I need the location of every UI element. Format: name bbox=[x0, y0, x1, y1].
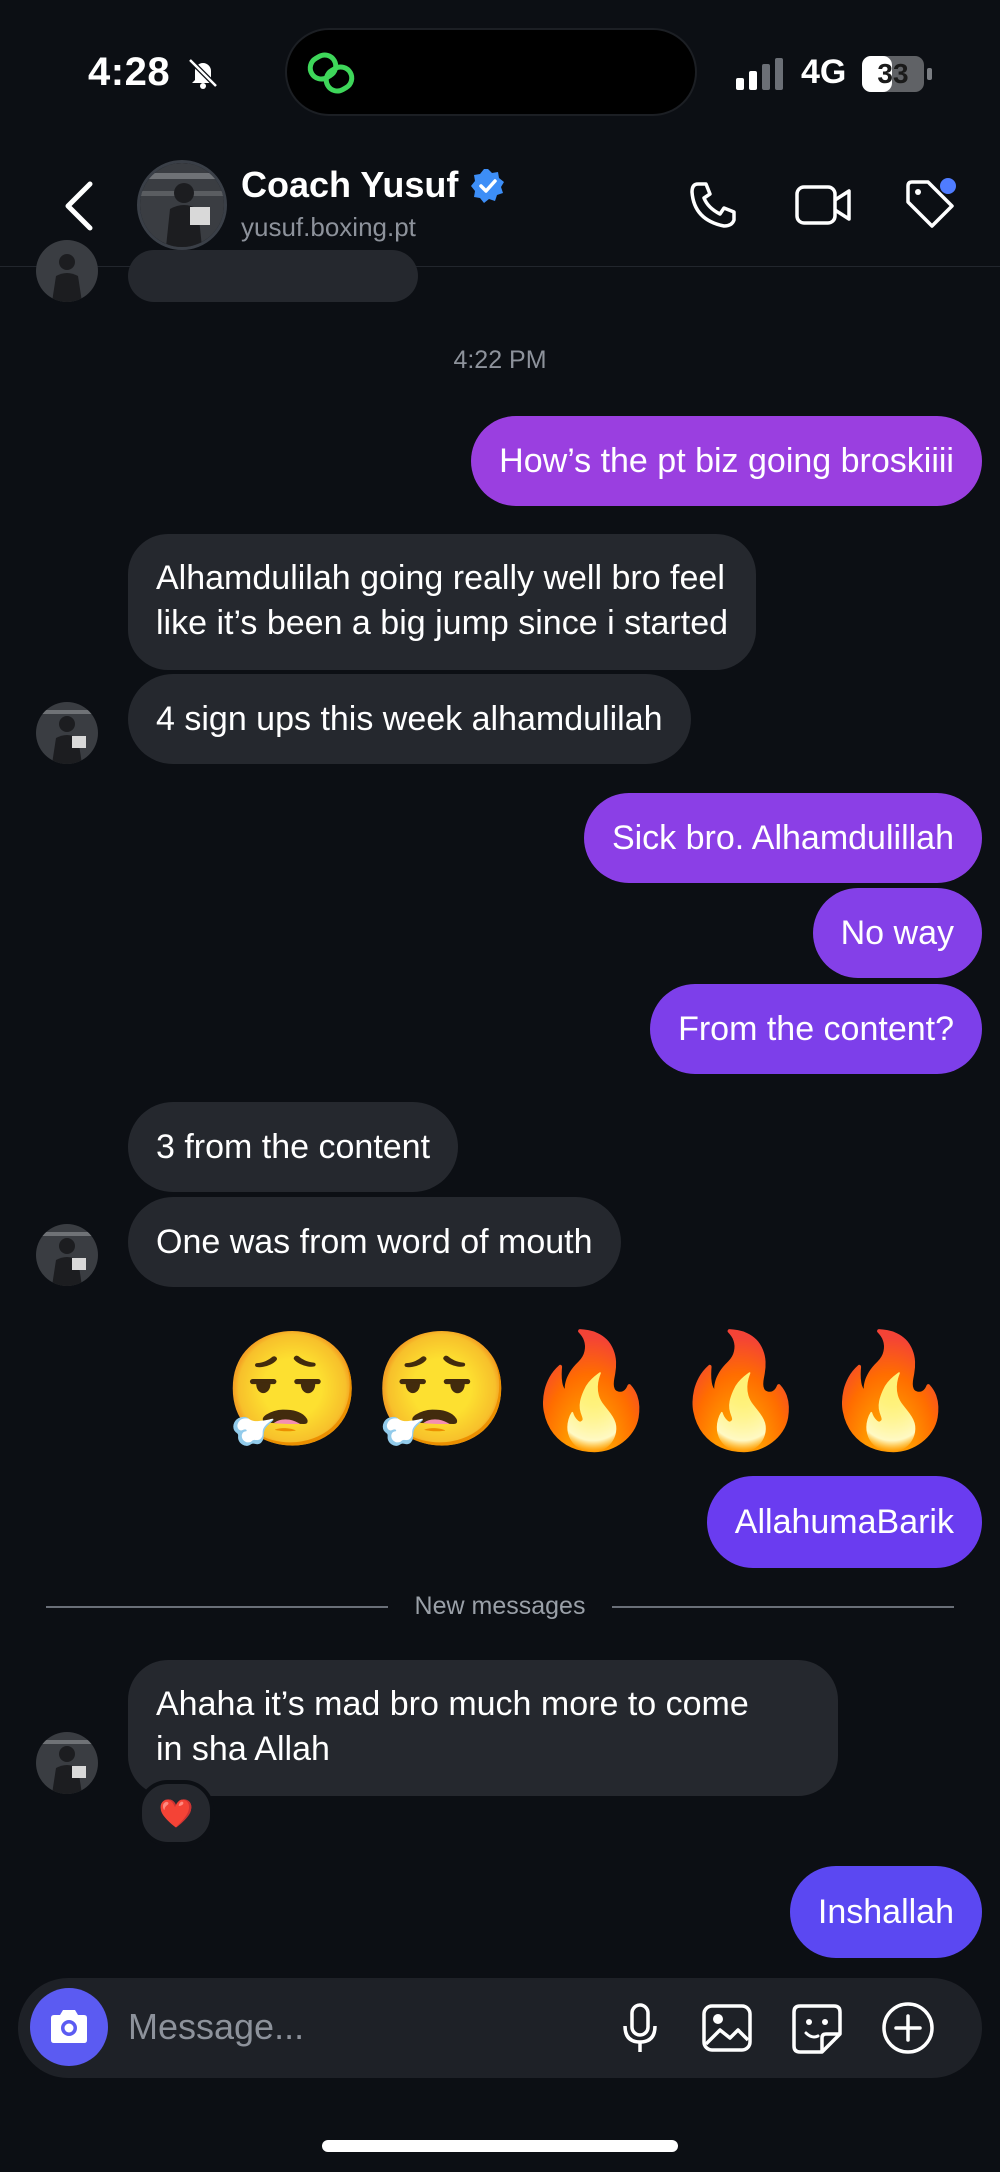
message-bubble-partial[interactable] bbox=[128, 250, 418, 302]
home-indicator[interactable] bbox=[322, 2140, 678, 2152]
contact-avatar-small bbox=[36, 1224, 98, 1286]
contact-avatar-small bbox=[36, 702, 98, 764]
message-bubble-outgoing[interactable]: Inshallah bbox=[789, 1866, 982, 1958]
sticker-icon[interactable] bbox=[790, 2002, 844, 2056]
new-messages-divider: New messages bbox=[414, 1592, 586, 1620]
chain-link-icon bbox=[307, 52, 355, 94]
message-bubble-incoming[interactable]: One was from word of mouth bbox=[128, 1197, 621, 1287]
message-line: Alhamdulilah going really well bro feel bbox=[156, 559, 725, 597]
emoji-message[interactable]: 😮‍💨😮‍💨🔥🔥🔥 bbox=[223, 1326, 970, 1456]
contact-avatar-small bbox=[36, 240, 98, 302]
microphone-icon[interactable] bbox=[620, 2002, 660, 2054]
back-chevron-icon[interactable] bbox=[60, 178, 100, 234]
camera-button[interactable] bbox=[30, 1988, 108, 2066]
message-line: Ahaha it’s mad bro much more to come bbox=[156, 1685, 749, 1723]
signal-icon bbox=[736, 58, 783, 90]
network-type: 4G bbox=[801, 53, 847, 91]
plus-circle-icon[interactable] bbox=[880, 2000, 936, 2056]
battery-level: 33 bbox=[877, 58, 909, 89]
message-bubble-incoming[interactable]: 3 from the content bbox=[128, 1102, 459, 1192]
message-bubble-incoming[interactable]: 4 sign ups this week alhamdulilah bbox=[128, 674, 691, 764]
message-line: like it’s been a big jump since i starte… bbox=[156, 604, 729, 642]
contact-avatar[interactable] bbox=[137, 160, 227, 250]
message-bubble-outgoing[interactable]: AllahumaBarik bbox=[706, 1476, 982, 1568]
message-bubble-outgoing[interactable]: Sick bro. Alhamdulillah bbox=[583, 793, 982, 883]
message-bubble-incoming[interactable]: Alhamdulilah going really well bro feel … bbox=[128, 534, 757, 670]
contact-name[interactable]: Coach Yusuf bbox=[241, 164, 458, 206]
contact-handle: yusuf.boxing.pt bbox=[241, 212, 416, 242]
contact-avatar-small bbox=[36, 1732, 98, 1794]
tag-icon[interactable] bbox=[902, 176, 958, 232]
heart-reaction[interactable]: ❤️ bbox=[138, 1780, 214, 1846]
phone-icon[interactable] bbox=[688, 180, 738, 230]
status-time: 4:28 bbox=[88, 50, 171, 94]
message-line: in sha Allah bbox=[156, 1730, 330, 1768]
bell-slash-icon bbox=[188, 58, 218, 89]
message-input[interactable] bbox=[126, 2000, 570, 2054]
verified-badge-icon bbox=[471, 169, 504, 203]
video-camera-icon[interactable] bbox=[794, 180, 852, 230]
message-bubble-incoming[interactable]: Ahaha it’s mad bro much more to come in … bbox=[128, 1660, 838, 1796]
message-bubble-outgoing[interactable]: From the content? bbox=[650, 984, 982, 1074]
message-bubble-outgoing[interactable]: No way bbox=[812, 888, 982, 978]
message-timestamp: 4:22 PM bbox=[453, 346, 547, 374]
message-bubble-outgoing[interactable]: How’s the pt biz going broskiiii bbox=[471, 416, 982, 506]
camera-icon bbox=[51, 2010, 87, 2043]
gallery-icon[interactable] bbox=[700, 2002, 754, 2054]
